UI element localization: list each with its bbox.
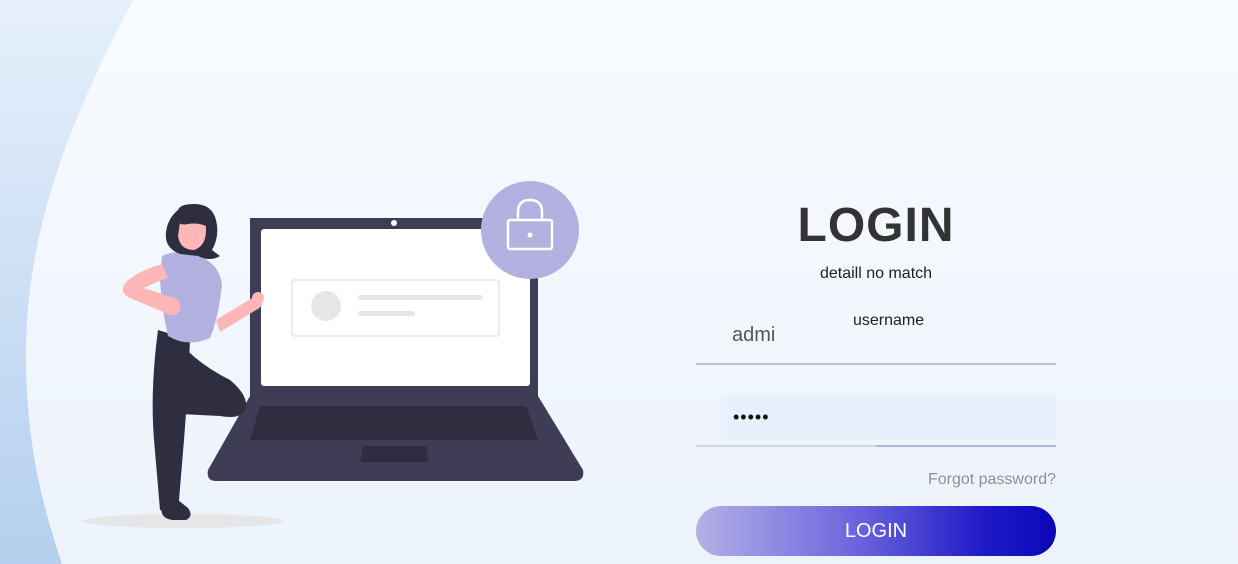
forgot-password-link[interactable]: Forgot password? <box>928 471 1056 489</box>
password-input[interactable] <box>721 395 1056 440</box>
login-button[interactable]: LOGIN <box>696 506 1056 556</box>
username-underline <box>696 363 1056 365</box>
error-message: detaill no match <box>819 265 933 282</box>
login-title: LOGIN <box>797 199 955 252</box>
username-input[interactable] <box>721 320 1041 350</box>
lock-icon <box>481 181 579 279</box>
password-field-group <box>696 390 1056 447</box>
username-field-group: username <box>696 302 1056 365</box>
login-form: LOGIN detaill no match username Forgot p… <box>696 190 1056 564</box>
password-underline <box>696 445 1056 447</box>
woman-with-laptop-illustration <box>83 181 584 528</box>
